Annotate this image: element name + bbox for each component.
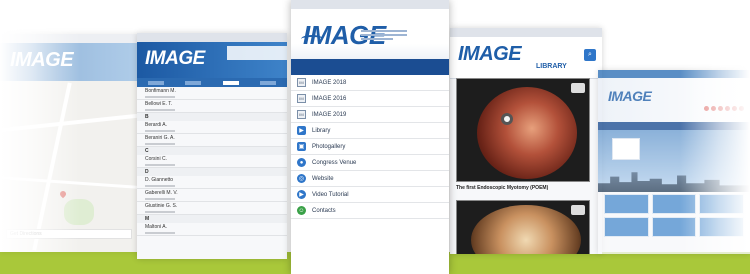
contact-subtitle	[145, 211, 175, 213]
contact-name: Corsini C.	[145, 156, 167, 162]
list-section-letter: D	[137, 168, 287, 176]
menu-item[interactable]: IM IMAGE 2019	[291, 107, 449, 123]
image-badge-icon: IM	[297, 94, 306, 103]
list-item[interactable]: Giustinie G. S.	[137, 202, 287, 215]
photo-icon: ▣	[297, 142, 306, 151]
list-section-letter: B	[137, 113, 287, 121]
play-icon[interactable]	[571, 205, 585, 215]
list-item[interactable]: Maltoni A.	[137, 223, 287, 236]
list-item[interactable]: Bonfimann M.	[137, 87, 287, 100]
site-tile[interactable]	[604, 194, 649, 214]
contact-name: Giustinie G. S.	[145, 203, 178, 209]
app-logo: IMAGE	[145, 48, 205, 69]
menu-item-label: Library	[312, 127, 331, 134]
phone-list-screen: IMAGE Bonfimann M. Bellowi E. T. B Berardi …	[137, 33, 287, 259]
list-item[interactable]: Berardi A.	[137, 121, 287, 134]
menu-item-label: Congress Venue	[312, 159, 357, 166]
logo-tagline	[361, 30, 407, 40]
library-title: LIBRARY	[536, 63, 567, 70]
tab[interactable]	[260, 80, 277, 85]
status-bar	[137, 33, 287, 42]
menu-item-label: IMAGE 2019	[312, 111, 347, 118]
menu-item-label: Photogallery	[312, 143, 346, 150]
menu-item[interactable]: ▶ Library	[291, 123, 449, 139]
image-badge-icon: IM	[297, 78, 306, 87]
video-card[interactable]	[456, 78, 590, 182]
contact-subtitle	[145, 232, 175, 234]
list-item[interactable]: Beraniri G. A.	[137, 134, 287, 147]
menu-item-label: Video Tutorial	[312, 191, 349, 198]
right-fade-overlay	[680, 0, 750, 252]
menu-item-label: Contacts	[312, 207, 336, 214]
contact-subtitle	[145, 96, 175, 98]
contact-subtitle	[145, 109, 175, 111]
contact-subtitle	[145, 185, 175, 187]
tab-bar	[137, 78, 287, 87]
endoscope-tool	[501, 113, 513, 125]
contacts-icon: ☺	[297, 206, 306, 215]
phone-menu-screen: IMAGE IM IMAGE 2018 IM IMAGE 2016 IM IMAGE 20…	[291, 0, 449, 274]
contact-name: Bellowi E. T.	[145, 101, 173, 107]
video-thumbnail	[471, 205, 581, 254]
contact-name: Berardi A.	[145, 122, 167, 128]
map-pin-icon: ●	[297, 158, 306, 167]
contact-name: Beraniri G. A.	[145, 135, 175, 141]
contact-name: Gaberelli M. V.	[145, 190, 178, 196]
play-icon: ▶	[297, 190, 306, 199]
list-item[interactable]: Bellowi E. T.	[137, 100, 287, 113]
contact-subtitle	[145, 198, 175, 200]
video-thumbnail	[477, 87, 577, 179]
menu-item[interactable]: ▣ Photogallery	[291, 139, 449, 155]
contact-subtitle	[145, 143, 175, 145]
tab-active[interactable]	[222, 80, 239, 85]
list-item[interactable]: Gaberelli M. V.	[137, 189, 287, 202]
contacts-list: Bonfimann M. Bellowi E. T. B Berardi A. Bera…	[137, 87, 287, 236]
contact-name: D. Giannetto	[145, 177, 174, 183]
video-title[interactable]: The first Endoscopic Myotomy (POEM)	[456, 185, 548, 191]
main-menu: IM IMAGE 2018 IM IMAGE 2016 IM IMAGE 2019 ▶ Lib…	[291, 75, 449, 219]
app-header: IMAGE LIBRARY ⌕	[450, 37, 602, 79]
logo-swirl	[301, 35, 323, 43]
promo-composite: IMAGE Get Directions IMAGE Bonfimann M.B…	[0, 0, 750, 274]
contact-name: Maltoni A.	[145, 224, 167, 230]
menu-item-label: IMAGE 2016	[312, 95, 347, 102]
contact-subtitle	[145, 130, 175, 132]
list-item[interactable]: D. Giannetto	[137, 176, 287, 189]
nav-bar[interactable]	[291, 61, 449, 75]
site-tile[interactable]	[604, 217, 649, 237]
menu-item-label: IMAGE 2018	[312, 79, 347, 86]
image-badge-icon: IM	[297, 110, 306, 119]
list-section-letter: M	[137, 215, 287, 223]
hero-inset-logo	[612, 138, 640, 160]
status-bar	[291, 0, 449, 9]
search-icon[interactable]: ⌕	[584, 49, 596, 61]
list-section-letter: C	[137, 147, 287, 155]
status-bar	[450, 28, 602, 37]
menu-item[interactable]: IM IMAGE 2016	[291, 91, 449, 107]
menu-item[interactable]: ▶ Video Tutorial	[291, 187, 449, 203]
contact-subtitle	[145, 164, 175, 166]
menu-item[interactable]: ● Congress Venue	[291, 155, 449, 171]
tab[interactable]	[147, 80, 164, 85]
app-header: IMAGE	[291, 9, 449, 61]
menu-item[interactable]: IM IMAGE 2018	[291, 75, 449, 91]
phone-library-screen: IMAGE LIBRARY ⌕ The first Endoscopic Myo…	[450, 28, 602, 254]
tab[interactable]	[185, 80, 202, 85]
menu-item-label: Website	[312, 175, 334, 182]
app-logo: IMAGE	[458, 43, 522, 65]
header-info-strip	[227, 46, 287, 60]
menu-item[interactable]: ☺ Contacts	[291, 203, 449, 219]
menu-item[interactable]: ◎ Website	[291, 171, 449, 187]
globe-icon: ◎	[297, 174, 306, 183]
play-icon[interactable]	[571, 83, 585, 93]
site-logo: IMAGE	[608, 88, 652, 104]
video-card[interactable]	[456, 200, 590, 254]
video-icon: ▶	[297, 126, 306, 135]
app-header: IMAGE	[137, 42, 287, 78]
left-fade-overlay	[0, 0, 80, 252]
list-item[interactable]: Corsini C.	[137, 155, 287, 168]
contact-name: Bonfimann M.	[145, 88, 176, 94]
